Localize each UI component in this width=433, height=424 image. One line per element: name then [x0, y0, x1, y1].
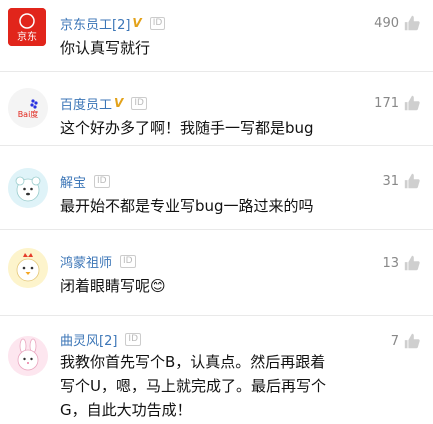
jd-logo-icon: 京东 — [8, 8, 46, 46]
avatar[interactable]: 京东 — [8, 8, 46, 46]
like-control[interactable]: 31 — [382, 170, 421, 192]
comment-author[interactable]: 鸿蒙祖师 — [60, 252, 112, 271]
comment-item: Bai度 百度员工 V ID 这个好办多了啊！我随手一写都是bug 171 — [0, 72, 433, 146]
avatar[interactable] — [8, 248, 48, 288]
comment-text-line: 写个U，嗯，马上就完成了。最后再写个 — [60, 377, 326, 395]
id-tag: ID — [94, 174, 110, 188]
like-count: 31 — [382, 173, 399, 189]
comment-text: 你认真写就行 — [60, 39, 151, 57]
thumbs-up-icon[interactable] — [403, 94, 421, 112]
id-tag: ID — [149, 16, 166, 30]
like-control[interactable]: 13 — [382, 252, 421, 274]
avatar[interactable] — [8, 336, 48, 376]
comment-text-line: 我教你首先写个B，认真点。然后再跟着 — [60, 353, 326, 371]
cartoon-bear-avatar-icon — [8, 168, 48, 208]
baidu-logo-icon: Bai度 — [8, 88, 48, 128]
like-control[interactable]: 7 — [391, 330, 421, 352]
comment-item: 鸿蒙祖师 ID 闭着眼睛写呢😊 13 — [0, 230, 433, 316]
comment-text: 闭着眼睛写呢😊 — [60, 277, 166, 295]
comment-item: 曲灵风[2] ID 我教你首先写个B，认真点。然后再跟着 写个U，嗯，马上就完成… — [0, 316, 433, 424]
cartoon-chicken-avatar-icon — [8, 248, 48, 288]
comment-author[interactable]: 曲灵风[2] — [60, 330, 117, 349]
comment-item: 解宝 ID 最开始不都是专业写bug一路过来的吗 31 — [0, 146, 433, 230]
comment-item: 京东 京东员工[2] V ID 你认真写就行 490 — [0, 0, 433, 72]
thumbs-up-icon[interactable] — [403, 14, 421, 32]
id-tag: ID — [120, 254, 136, 268]
comment-text: 最开始不都是专业写bug一路过来的吗 — [60, 197, 314, 215]
avatar[interactable]: Bai度 — [8, 88, 48, 128]
svg-text:京东: 京东 — [17, 30, 37, 43]
thumbs-up-icon[interactable] — [403, 332, 421, 350]
like-count: 171 — [374, 95, 399, 111]
id-tag: ID — [125, 332, 142, 346]
like-control[interactable]: 490 — [374, 12, 421, 34]
like-control[interactable]: 171 — [374, 92, 421, 114]
cartoon-rabbit-avatar-icon — [8, 336, 48, 376]
like-count: 7 — [390, 333, 399, 349]
thumbs-up-icon[interactable] — [403, 172, 421, 190]
verified-badge: V — [114, 96, 124, 110]
avatar[interactable] — [8, 168, 48, 208]
svg-text:Bai度: Bai度 — [18, 109, 39, 119]
like-count: 490 — [374, 15, 399, 31]
comment-text: 这个好办多了啊！我随手一写都是bug — [60, 119, 314, 137]
comment-author[interactable]: 京东员工[2] — [60, 14, 130, 33]
thumbs-up-icon[interactable] — [403, 254, 421, 272]
comment-author[interactable]: 解宝 — [60, 172, 86, 191]
like-count: 13 — [382, 255, 399, 271]
verified-badge: V — [132, 16, 142, 30]
comment-author[interactable]: 百度员工 — [60, 94, 112, 113]
comment-text-line: G，自此大功告成！ — [60, 401, 192, 419]
id-tag: ID — [131, 96, 147, 110]
